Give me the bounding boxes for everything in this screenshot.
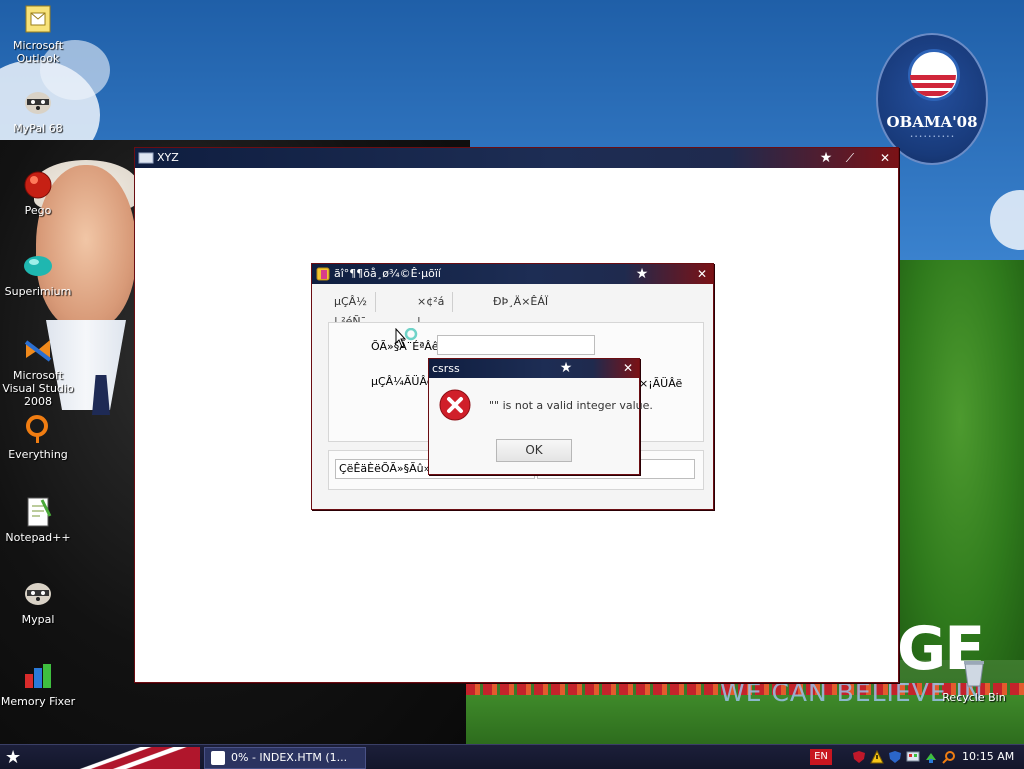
pin-icon[interactable]: ⟋ xyxy=(842,150,858,166)
desktop-icon-label: Everything xyxy=(8,448,68,461)
desktop-icon-label: Superimium xyxy=(4,285,72,298)
username-input[interactable] xyxy=(437,335,595,355)
desktop-icon-mypal68[interactable]: MyPal 68 xyxy=(0,87,80,135)
desktop-icon-everything[interactable]: Everything xyxy=(0,413,80,461)
security-shield-icon[interactable] xyxy=(888,750,902,764)
desktop-icon-label: Microsoft Outlook xyxy=(12,39,64,65)
close-icon[interactable]: ✕ xyxy=(877,150,893,166)
language-indicator[interactable]: EN xyxy=(810,749,832,765)
raccoon-icon xyxy=(22,578,54,610)
recycle-bin-icon xyxy=(958,656,990,688)
taskbar-task-label: 0% - INDEX.HTM (1... xyxy=(231,751,348,764)
window-app-icon xyxy=(138,150,154,166)
search-icon[interactable] xyxy=(942,750,956,764)
desktop-icon-label: Recycle Bin xyxy=(942,691,1006,704)
warning-icon[interactable] xyxy=(870,749,884,764)
error-dialog: csrss ★ ✕ "" is not a valid integer valu… xyxy=(428,358,653,475)
main-window-titlebar[interactable]: XYZ ★ ⟋ ✕ xyxy=(135,148,898,168)
raccoon-icon xyxy=(22,87,54,119)
start-button[interactable]: ★ xyxy=(5,747,21,768)
desktop-icon-outlook[interactable]: Microsoft Outlook xyxy=(0,4,80,65)
desktop-icon-label: Pego xyxy=(24,204,52,217)
dialog-app-icon xyxy=(315,266,331,282)
remember-password-label: ×¡ÃÜÂë xyxy=(639,377,683,390)
logo-text: OBAMA'08 xyxy=(886,113,978,131)
network-icon[interactable] xyxy=(906,750,920,764)
settings-dialog-titlebar[interactable]: ãî°¶¶õå¸ø¾©Ê·µõïí ★ ✕ xyxy=(312,264,713,284)
desktop-icon-label: MyPal 68 xyxy=(13,122,63,135)
password-label: µÇÂ¼ÃÜÂë xyxy=(371,375,434,388)
main-window-title: XYZ xyxy=(157,151,179,164)
red-ball-icon xyxy=(22,169,54,201)
tab-edit-profile[interactable]: ÐÞ¸Ä×ÊÁÏ xyxy=(485,292,556,312)
desktop-icon-label: Memory Fixer xyxy=(0,695,76,708)
desktop-icon-memory-fixer[interactable]: Memory Fixer xyxy=(0,660,80,708)
notepad-icon xyxy=(22,496,54,528)
update-icon[interactable] xyxy=(924,750,938,764)
taskbar: ★ 0% - INDEX.HTM (1... EN 10:15 AM xyxy=(0,744,1024,769)
outlook-icon xyxy=(22,4,54,36)
desktop-icon-mypal[interactable]: Mypal xyxy=(0,578,80,626)
taskbar-flag-decoration xyxy=(40,747,200,769)
close-icon[interactable]: ✕ xyxy=(620,360,636,376)
desktop-icon-superimium[interactable]: Superimium xyxy=(0,250,80,298)
wallpaper-trees xyxy=(896,260,1024,660)
settings-dialog-title: ãî°¶¶õå¸ø¾©Ê·µõïí xyxy=(334,267,441,280)
desktop-icon-visual-studio[interactable]: Microsoft Visual Studio 2008 xyxy=(0,334,80,408)
desktop-icon-recycle-bin[interactable]: Recycle Bin xyxy=(932,656,1016,704)
star-icon[interactable]: ★ xyxy=(818,150,834,166)
teal-orb-icon xyxy=(22,250,54,282)
memory-fixer-icon xyxy=(22,660,54,692)
shield-icon[interactable] xyxy=(852,750,866,764)
visual-studio-icon xyxy=(22,334,54,366)
tab-register-test[interactable]: ×¢²á | ²âÊÔ xyxy=(409,292,454,348)
logo-small-text: • • • • • • • • • • xyxy=(910,134,954,140)
busy-cursor-icon xyxy=(395,327,421,353)
desktop-icon-notepad[interactable]: Notepad++ xyxy=(0,496,80,544)
error-icon xyxy=(439,389,471,421)
campaign-logo: OBAMA'08 • • • • • • • • • • xyxy=(876,33,988,165)
tab-login-query[interactable]: µÇÂ½ | ²éÑ¯ xyxy=(326,292,376,328)
task-app-icon xyxy=(211,751,225,765)
star-icon[interactable]: ★ xyxy=(634,266,650,282)
error-dialog-titlebar[interactable]: csrss ★ ✕ xyxy=(429,359,639,378)
taskbar-task-index[interactable]: 0% - INDEX.HTM (1... xyxy=(204,747,366,769)
ok-button[interactable]: OK xyxy=(496,439,572,462)
star-icon[interactable]: ★ xyxy=(558,360,574,376)
magnifier-icon xyxy=(22,413,54,445)
desktop-icon-label: Notepad++ xyxy=(5,531,71,544)
clock: 10:15 AM xyxy=(962,750,1015,763)
error-message: "" is not a valid integer value. xyxy=(489,399,653,412)
desktop-icon-label: Microsoft Visual Studio 2008 xyxy=(2,369,74,408)
desktop-icon-pego[interactable]: Pego xyxy=(0,169,80,217)
desktop-icon-label: Mypal xyxy=(21,613,55,626)
close-icon[interactable]: ✕ xyxy=(694,266,710,282)
error-dialog-title: csrss xyxy=(432,362,460,375)
